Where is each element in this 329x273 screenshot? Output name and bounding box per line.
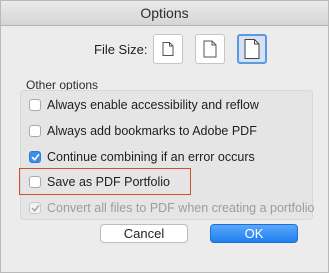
checkbox-accessibility-reflow[interactable] bbox=[29, 99, 41, 111]
file-size-small-button[interactable] bbox=[153, 34, 183, 64]
checkbox-save-as-portfolio[interactable] bbox=[29, 176, 41, 188]
checkmark-icon bbox=[31, 205, 40, 212]
medium-file-icon bbox=[203, 40, 217, 58]
checkmark-icon bbox=[31, 154, 40, 161]
file-size-large-button[interactable] bbox=[237, 34, 267, 64]
option-convert-all-files: Convert all files to PDF when creating a… bbox=[29, 200, 315, 216]
option-save-as-portfolio[interactable]: Save as PDF Portfolio bbox=[29, 174, 170, 190]
file-size-label: File Size: bbox=[94, 42, 148, 57]
ok-button[interactable]: OK bbox=[210, 224, 298, 243]
option-label: Save as PDF Portfolio bbox=[47, 175, 170, 189]
large-file-icon bbox=[244, 39, 260, 59]
option-label: Always enable accessibility and reflow bbox=[47, 98, 259, 112]
checkbox-continue-combining[interactable] bbox=[29, 151, 41, 163]
window-title: Options bbox=[140, 5, 189, 21]
checkbox-convert-all-files bbox=[29, 202, 41, 214]
title-bar[interactable]: Options bbox=[1, 1, 328, 26]
option-label: Always add bookmarks to Adobe PDF bbox=[47, 124, 257, 138]
option-add-bookmarks[interactable]: Always add bookmarks to Adobe PDF bbox=[29, 123, 257, 139]
option-accessibility-reflow[interactable]: Always enable accessibility and reflow bbox=[29, 97, 259, 113]
cancel-button[interactable]: Cancel bbox=[100, 224, 188, 243]
option-label: Convert all files to PDF when creating a… bbox=[47, 201, 315, 215]
checkbox-add-bookmarks[interactable] bbox=[29, 125, 41, 137]
option-continue-combining[interactable]: Continue combining if an error occurs bbox=[29, 149, 255, 165]
file-size-medium-button[interactable] bbox=[195, 34, 225, 64]
option-label: Continue combining if an error occurs bbox=[47, 150, 255, 164]
options-dialog: Options File Size: Other options Always … bbox=[0, 0, 329, 273]
small-file-icon bbox=[162, 42, 174, 56]
